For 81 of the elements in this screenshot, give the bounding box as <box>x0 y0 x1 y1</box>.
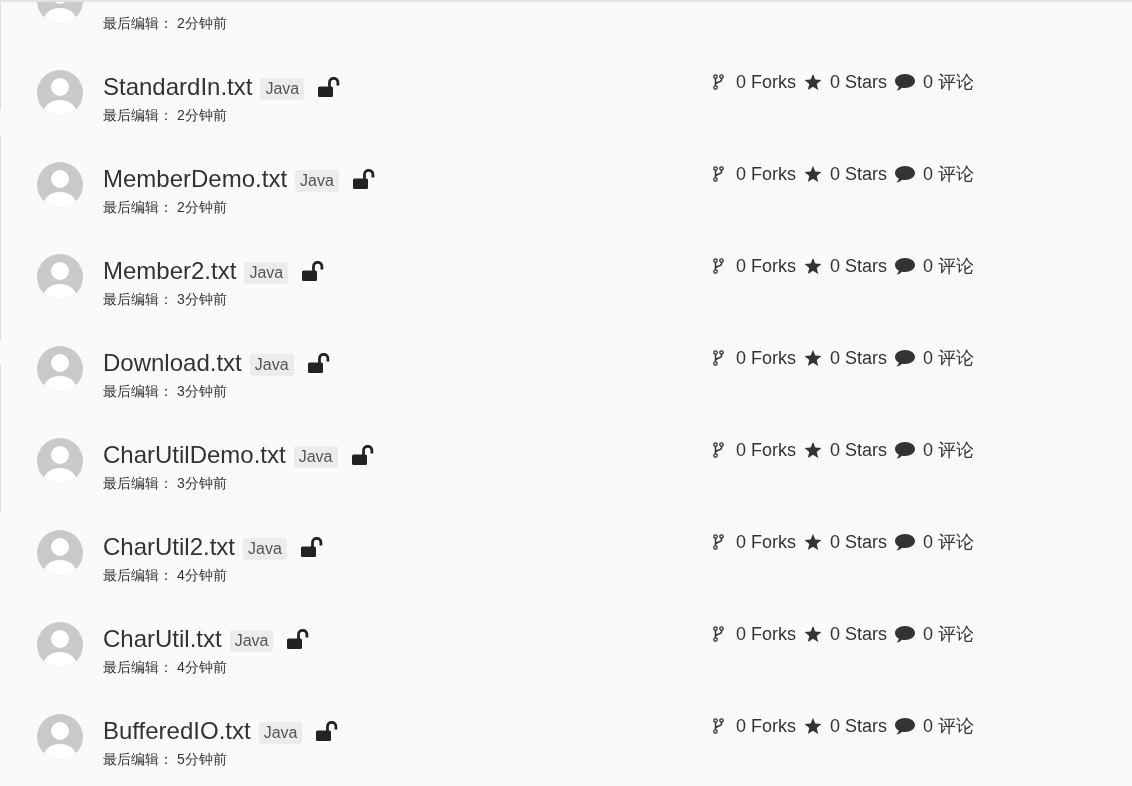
forks-count: 0 Forks <box>736 623 796 646</box>
comments-count: 0 评论 <box>923 163 975 186</box>
forks-count: 0 Forks <box>736 71 796 94</box>
comments-count: 0 评论 <box>923 531 975 554</box>
language-tag: Java <box>249 354 294 376</box>
forks-count: 0 Forks <box>736 531 796 554</box>
comments-count: 0 评论 <box>923 715 975 738</box>
avatar-silhouette-icon <box>37 714 83 760</box>
star-icon <box>804 73 822 91</box>
forks-count: 0 Forks <box>736 255 796 278</box>
last-edited-text: 最后编辑： 2分钟前 <box>103 14 227 32</box>
stars-count: 0 Stars <box>830 255 888 278</box>
speech-bubble-icon <box>895 441 916 459</box>
language-tag: Java <box>243 538 287 560</box>
stars-count: 0 Stars <box>830 623 888 646</box>
last-edited-text: 最后编辑： 3分钟前 <box>103 290 227 308</box>
star-icon <box>804 533 822 551</box>
file-title-link[interactable]: CharUtil.txt <box>103 623 222 655</box>
file-title-link[interactable]: Member2.txt <box>103 255 237 287</box>
language-tag: Java <box>293 446 338 468</box>
stars-count: 0 Stars <box>830 439 888 462</box>
fork-icon <box>713 534 724 550</box>
comments-count: 0 评论 <box>923 439 975 462</box>
language-tag: Java <box>244 262 289 284</box>
speech-bubble-icon <box>895 349 916 367</box>
language-tag: Java <box>229 630 274 652</box>
avatar-silhouette-icon <box>37 438 83 484</box>
speech-bubble-icon <box>895 717 916 735</box>
forks-count: 0 Forks <box>736 347 796 370</box>
last-edited-text: 最后编辑： 4分钟前 <box>103 658 227 676</box>
fork-icon <box>713 166 724 182</box>
forks-count: 0 Forks <box>736 163 796 186</box>
speech-bubble-icon <box>895 533 916 551</box>
avatar-silhouette-icon <box>37 70 83 116</box>
star-icon <box>804 717 822 735</box>
fork-icon <box>713 74 724 90</box>
avatar-silhouette-icon <box>37 254 83 300</box>
avatar-silhouette-icon <box>37 162 83 208</box>
last-edited-text: 最后编辑： 4分钟前 <box>103 566 227 584</box>
stars-count: 0 Stars <box>830 715 888 738</box>
file-title-link[interactable]: CharUtilDemo.txt <box>103 439 286 471</box>
star-icon <box>804 625 822 643</box>
last-edited-text: 最后编辑： 2分钟前 <box>103 198 227 216</box>
fork-icon <box>713 626 724 642</box>
language-tag: Java <box>258 722 303 744</box>
avatar-silhouette-icon <box>37 622 83 668</box>
stars-count: 0 Stars <box>830 347 888 370</box>
speech-bubble-icon <box>895 625 916 643</box>
file-title-link[interactable]: Download.txt <box>103 347 242 379</box>
forks-count: 0 Forks <box>736 439 796 462</box>
star-icon <box>804 349 822 367</box>
speech-bubble-icon <box>895 257 916 275</box>
comments-count: 0 评论 <box>923 255 975 278</box>
star-icon <box>804 165 822 183</box>
avatar-silhouette-icon <box>37 530 83 576</box>
fork-icon <box>713 350 724 366</box>
fork-icon <box>713 718 724 734</box>
avatar-silhouette-icon <box>37 346 83 392</box>
comments-count: 0 评论 <box>923 347 975 370</box>
language-tag: Java <box>295 170 339 192</box>
file-title-link[interactable]: StandardIn.txt <box>103 71 253 103</box>
fork-icon <box>713 258 724 274</box>
last-edited-text: 最后编辑： 5分钟前 <box>103 750 227 768</box>
comments-count: 0 评论 <box>923 71 975 94</box>
file-title-link[interactable]: BufferedIO.txt <box>103 715 251 747</box>
fork-icon <box>713 442 724 458</box>
stars-count: 0 Stars <box>830 531 888 554</box>
star-icon <box>804 441 822 459</box>
language-tag: Java <box>260 78 305 100</box>
file-title-link[interactable]: CharUtil2.txt <box>103 531 236 563</box>
last-edited-text: 最后编辑： 3分钟前 <box>103 382 227 400</box>
comments-count: 0 评论 <box>923 623 975 646</box>
file-title-link[interactable]: MemberDemo.txt <box>103 163 288 195</box>
last-edited-text: 最后编辑： 3分钟前 <box>103 474 227 492</box>
speech-bubble-icon <box>895 165 916 183</box>
forks-count: 0 Forks <box>736 715 796 738</box>
star-icon <box>804 257 822 275</box>
stars-count: 0 Stars <box>830 71 888 94</box>
stars-count: 0 Stars <box>830 163 888 186</box>
last-edited-text: 最后编辑： 2分钟前 <box>103 106 227 124</box>
speech-bubble-icon <box>895 73 916 91</box>
